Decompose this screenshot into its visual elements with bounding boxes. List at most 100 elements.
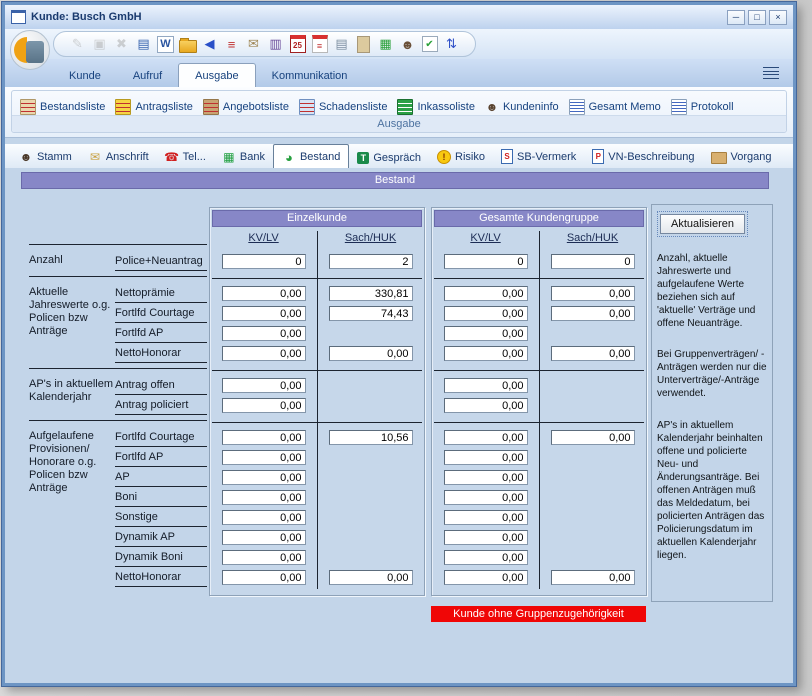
bestandsliste-button[interactable]: Bestandsliste [20, 99, 105, 115]
toolbar-icon-group: ✎ ▣ ✖ ▤ W ◀ ≡ ✉ ▥ 25 ≡ ▤ ▦ ☻ ✔ ⇅ [53, 31, 476, 57]
einzelkunde-kvlv-nettopraemie-input[interactable] [222, 286, 306, 301]
einzelkunde-kvlv-prov-fortlfd-ap-input[interactable] [222, 450, 306, 465]
tab-kunde[interactable]: Kunde [53, 64, 117, 87]
tab-kommunikation[interactable]: Kommunikation [256, 64, 364, 87]
gruppe-kvlv-antrag-policiert-input[interactable] [444, 398, 528, 413]
gruppe-kvlv-prov-fortlfd-courtage-input[interactable] [444, 430, 528, 445]
subtab-stamm[interactable]: ☻Stamm [11, 146, 80, 168]
kundeninfo-label: Kundeninfo [503, 101, 559, 113]
word-export-icon[interactable]: W [157, 36, 174, 53]
menu-icon[interactable] [763, 67, 779, 79]
delete-icon[interactable]: ✖ [112, 35, 131, 54]
document-check-icon[interactable]: ✔ [422, 36, 438, 52]
subtab-gespraech[interactable]: TGespräch [349, 148, 429, 168]
gruppe-kvlv-fortlfd-courtage-input[interactable] [444, 306, 528, 321]
angebotsliste-button[interactable]: Angebotsliste [203, 99, 289, 115]
restore-button[interactable]: □ [748, 10, 766, 25]
schadensliste-button[interactable]: Schadensliste [299, 99, 388, 115]
gruppe-kvlv-prov-dynamik-ap-input[interactable] [444, 530, 528, 545]
tab-ausgabe[interactable]: Ausgabe [178, 63, 255, 87]
folder-icon[interactable] [179, 40, 197, 53]
einzelkunde-kvlv-prov-dynamik-ap-input[interactable] [222, 530, 306, 545]
protokoll-button[interactable]: Protokoll [671, 99, 734, 115]
subtab-anschrift[interactable]: ✉Anschrift [80, 146, 157, 168]
gruppe-kvlv-nettopraemie-input[interactable] [444, 286, 528, 301]
einzelkunde-kvlv-prov-dynamik-boni-input[interactable] [222, 550, 306, 565]
bestand-page: Bestand Anzahl Police+Neuantrag Aktuelle… [5, 168, 793, 683]
antragsliste-button[interactable]: Antragsliste [115, 99, 192, 115]
einzelkunde-kvlv-fortlfd-ap-input[interactable] [222, 326, 306, 341]
einzelkunde-sachhuk-prov-fortlfd-courtage-input[interactable] [329, 430, 413, 445]
window-icon [11, 10, 26, 24]
calendar-list-icon[interactable]: ≡ [312, 35, 328, 53]
subtab-vorgang-label: Vorgang [731, 151, 772, 163]
gruppe-sachhuk-nettopraemie-input[interactable] [551, 286, 635, 301]
memo-icon [569, 99, 585, 115]
gruppe-kvlv-prov-ap-input[interactable] [444, 470, 528, 485]
info-paragraph-2: Bei Gruppenverträgen/ -Anträgen werden n… [657, 348, 767, 400]
gruppe-kvlv-prov-boni-input[interactable] [444, 490, 528, 505]
gruppe-sachhuk-prov-fortlfd-courtage-input[interactable] [551, 430, 635, 445]
gruppe-kvlv-fortlfd-ap-input[interactable] [444, 326, 528, 341]
gruppe-kvlv-prov-fortlfd-ap-input[interactable] [444, 450, 528, 465]
vn-document-icon: P [592, 149, 604, 164]
protokoll-icon [671, 99, 687, 115]
einzelkunde-sachhuk-prov-nettohonorar-input[interactable] [329, 570, 413, 585]
subtab-tel-label: Tel... [183, 151, 206, 163]
einzelkunde-kvlv-prov-sonstige-input[interactable] [222, 510, 306, 525]
section-divider [29, 415, 207, 427]
label-prov-boni: Boni [115, 487, 207, 507]
subtab-tel[interactable]: ☎Tel... [157, 146, 214, 168]
einzelkunde-kvlv-nettohonorar-input[interactable] [222, 346, 306, 361]
gruppe-kvlv-prov-nettohonorar-input[interactable] [444, 570, 528, 585]
einzelkunde-sachhuk-police-neuantrag-input[interactable] [329, 254, 413, 269]
back-icon[interactable]: ◀ [200, 35, 219, 54]
gruppe-kvlv-prov-dynamik-boni-input[interactable] [444, 550, 528, 565]
subtab-bank[interactable]: ▦Bank [214, 146, 273, 168]
gruppe-sachhuk-prov-nettohonorar-input[interactable] [551, 570, 635, 585]
calendar-icon[interactable]: 25 [290, 35, 306, 53]
scroll-icon[interactable] [357, 36, 370, 53]
gruppe-kvlv-police-neuantrag-input[interactable] [444, 254, 528, 269]
subtab-sb-vermerk[interactable]: SSB-Vermerk [493, 145, 584, 168]
save-icon[interactable]: ▣ [90, 35, 109, 54]
subtab-stamm-label: Stamm [37, 151, 72, 163]
notes-icon[interactable]: ▤ [134, 35, 153, 54]
aktualisieren-button[interactable]: Aktualisieren [660, 214, 745, 234]
gruppe-sachhuk-fortlfd-courtage-input[interactable] [551, 306, 635, 321]
kundeninfo-button[interactable]: ☻Kundeninfo [485, 100, 559, 114]
sort-icon[interactable]: ⇅ [442, 35, 461, 54]
einzelkunde-kvlv-prov-ap-input[interactable] [222, 470, 306, 485]
einzelkunde-kvlv-prov-fortlfd-courtage-input[interactable] [222, 430, 306, 445]
table-icon[interactable]: ▦ [376, 35, 395, 54]
inkassoliste-button[interactable]: Inkassoliste [397, 99, 474, 115]
edit-icon[interactable]: ✎ [68, 35, 87, 54]
einzelkunde-kvlv-prov-nettohonorar-input[interactable] [222, 570, 306, 585]
einzelkunde-sachhuk-nettopraemie-input[interactable] [329, 286, 413, 301]
gruppe-kvlv-nettohonorar-input[interactable] [444, 346, 528, 361]
einzelkunde-kvlv-prov-boni-input[interactable] [222, 490, 306, 505]
gesamt-memo-button[interactable]: Gesamt Memo [569, 99, 661, 115]
gruppe-kvlv-prov-sonstige-input[interactable] [444, 510, 528, 525]
einzelkunde-sachhuk-nettohonorar-input[interactable] [329, 346, 413, 361]
einzelkunde-kvlv-antrag-offen-input[interactable] [222, 378, 306, 393]
einzelkunde-kvlv-police-neuantrag-input[interactable] [222, 254, 306, 269]
close-button[interactable]: × [769, 10, 787, 25]
minimize-button[interactable]: ─ [727, 10, 745, 25]
einzelkunde-kvlv-fortlfd-courtage-input[interactable] [222, 306, 306, 321]
einzelkunde-sachhuk-fortlfd-courtage-input[interactable] [329, 306, 413, 321]
bullet-list-icon[interactable]: ≡ [222, 35, 241, 54]
subtab-bestand[interactable]: ◕Bestand [273, 144, 349, 169]
gruppe-sachhuk-police-neuantrag-input[interactable] [551, 254, 635, 269]
gruppe-kvlv-antrag-offen-input[interactable] [444, 378, 528, 393]
subtab-vorgang[interactable]: Vorgang [703, 145, 780, 168]
mail-icon[interactable]: ✉ [244, 35, 263, 54]
tab-aufruf[interactable]: Aufruf [117, 64, 178, 87]
document-icon[interactable]: ▤ [332, 35, 351, 54]
person-chart-icon[interactable]: ▥ [266, 35, 285, 54]
einzelkunde-kvlv-antrag-policiert-input[interactable] [222, 398, 306, 413]
subtab-vn-beschreibung[interactable]: PVN-Beschreibung [584, 145, 702, 168]
gruppe-sachhuk-nettohonorar-input[interactable] [551, 346, 635, 361]
subtab-risiko[interactable]: !Risiko [429, 146, 493, 168]
people-icon[interactable]: ☻ [398, 35, 417, 54]
